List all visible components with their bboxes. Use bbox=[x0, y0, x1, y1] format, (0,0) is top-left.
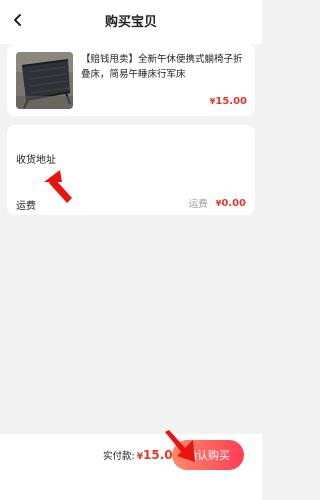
total-label: 实付款: bbox=[103, 451, 135, 462]
product-price: ¥15.00 bbox=[210, 96, 247, 107]
red-arrow-icon bbox=[165, 430, 195, 462]
product-thumbnail[interactable] bbox=[16, 52, 73, 109]
product-title[interactable]: 【赔钱甩卖】全新午休便携式躺椅子折叠床，简易午睡床行军床 bbox=[81, 52, 249, 82]
product-card[interactable]: 【赔钱甩卖】全新午休便携式躺椅子折叠床，简易午睡床行军床 ¥15.00 bbox=[7, 44, 255, 116]
shipping-fee-sub-label: 运费 bbox=[188, 199, 208, 210]
checkout-bar: 实付款: ¥15.00 确认购买 bbox=[0, 434, 262, 500]
shipping-fee-value: 运费 ¥0.00 bbox=[188, 196, 246, 211]
shipping-fee-price-value: 0.00 bbox=[221, 197, 246, 209]
folding-cot-image bbox=[16, 52, 73, 109]
shipping-fee-price: ¥0.00 bbox=[216, 198, 246, 209]
page-title: 购买宝贝 bbox=[104, 15, 157, 30]
top-nav-bar: 购买宝贝 bbox=[0, 0, 262, 44]
product-price-value: 15.00 bbox=[215, 96, 247, 107]
red-arrow-icon bbox=[44, 170, 72, 203]
shipping-address-field[interactable]: 收货地址 bbox=[16, 151, 56, 166]
shipping-fee-label: 运费 bbox=[16, 201, 36, 212]
